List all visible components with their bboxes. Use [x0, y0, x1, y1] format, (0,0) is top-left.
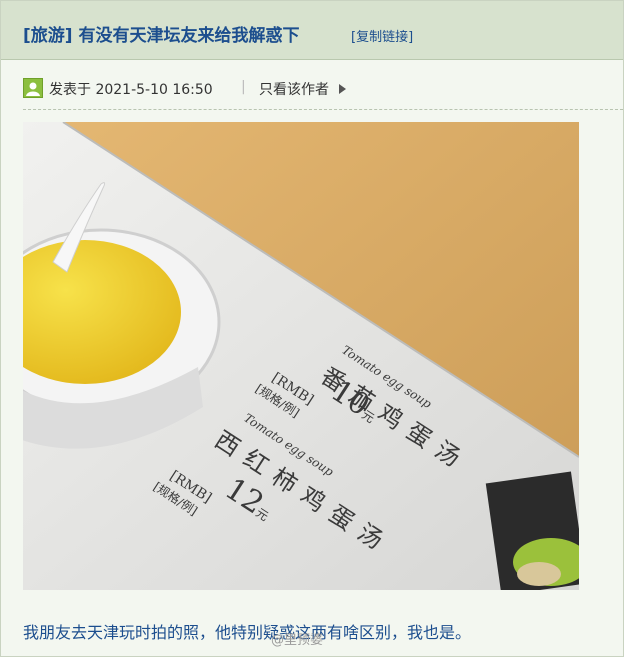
post-body: 我朋友去天津玩时拍的照，他特别疑惑这两有啥区别，我也是。	[23, 623, 472, 642]
thread-title-bar: [旅游] 有没有天津坛友来给我解惑下 [复制链接]	[1, 1, 623, 60]
thread-title[interactable]: [旅游] 有没有天津坛友来给我解惑下	[23, 21, 299, 46]
user-avatar-icon[interactable]	[23, 78, 43, 98]
copy-link-button[interactable]: [复制链接]	[351, 26, 413, 45]
posted-time: 发表于 2021-5-10 16:50	[49, 82, 213, 98]
right-arrow-icon	[339, 84, 346, 94]
post-frame: [旅游] 有没有天津坛友来给我解惑下 [复制链接] 发表于 2021-5-10 …	[0, 0, 624, 657]
watermark: @里预婆	[271, 633, 324, 648]
author-only-link[interactable]: 只看该作者	[259, 79, 329, 99]
post-meta: 发表于 2021-5-10 16:50 | 只看该作者	[23, 77, 603, 99]
menu-photo[interactable]: Tomato egg soup 番茄鸡蛋汤 [RMB] [规格/例] 10 元 …	[23, 122, 579, 590]
thread-title-text: 有没有天津坛友来给我解惑下	[78, 26, 300, 46]
divider	[23, 109, 623, 110]
meta-separator: |	[241, 79, 246, 95]
thread-category[interactable]: [旅游]	[23, 26, 73, 46]
